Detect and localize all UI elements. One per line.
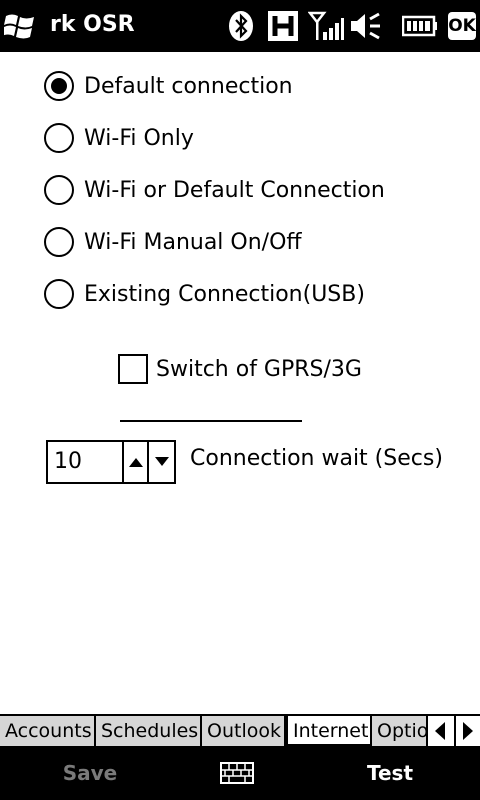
connection-settings-panel: Default connection Wi-Fi Only Wi-Fi or D… [0,52,480,714]
ok-button[interactable]: OK [448,12,476,40]
hsdpa-h-icon[interactable] [266,10,300,42]
arrow-left-icon [435,722,445,740]
signal-strength-icon[interactable] [308,10,344,42]
title-bar: rk OSR OK [0,0,480,52]
arrow-down-icon [154,457,169,466]
radio-label: Wi-Fi or Default Connection [84,177,385,203]
app-title: rk OSR [50,12,135,37]
connection-wait-input[interactable]: 10 [48,442,124,482]
windows-start-icon[interactable] [4,10,38,42]
radio-button-selected[interactable] [44,71,74,101]
increment-button[interactable] [124,442,149,482]
tab-scroll-right-button[interactable] [454,716,480,746]
decrement-button[interactable] [149,442,174,482]
connection-wait-label: Connection wait (Secs) [190,446,443,471]
switch-off-gprs-option[interactable]: Switch of GPRS/3G [118,352,362,386]
volume-icon[interactable] [348,10,382,42]
tab-outlook[interactable]: Outlook [202,716,286,746]
radio-label: Default connection [84,73,293,99]
divider [120,420,302,422]
arrow-right-icon [463,722,473,740]
connection-wait-stepper[interactable]: 10 [46,440,176,484]
radio-option-existing-usb[interactable]: Existing Connection(USB) [44,276,365,312]
tab-strip: Accounts Schedules Outlook Internet Opti… [0,714,480,746]
arrow-up-icon [128,458,143,467]
radio-label: Wi-Fi Only [84,125,194,151]
test-softkey[interactable]: Test [340,746,440,800]
radio-option-wifi-or-default[interactable]: Wi-Fi or Default Connection [44,172,385,208]
battery-icon[interactable] [402,10,438,42]
tab-schedules[interactable]: Schedules [96,716,202,746]
tab-scroll-left-button[interactable] [426,716,452,746]
softkey-bar: Save Test [0,746,480,800]
radio-option-wifi-only[interactable]: Wi-Fi Only [44,120,194,156]
radio-button[interactable] [44,175,74,205]
radio-button[interactable] [44,227,74,257]
bluetooth-icon[interactable] [228,10,254,42]
radio-label: Existing Connection(USB) [84,281,365,307]
tab-options[interactable]: Optio [372,716,432,746]
tab-internet[interactable]: Internet [286,716,372,746]
radio-button[interactable] [44,279,74,309]
radio-label: Wi-Fi Manual On/Off [84,229,302,255]
radio-option-default-connection[interactable]: Default connection [44,68,293,104]
radio-button[interactable] [44,123,74,153]
switch-off-gprs-label: Switch of GPRS/3G [156,356,362,382]
switch-off-gprs-checkbox[interactable] [118,354,148,384]
tab-accounts[interactable]: Accounts [0,716,96,746]
radio-option-wifi-manual[interactable]: Wi-Fi Manual On/Off [44,224,302,260]
keyboard-icon[interactable] [220,762,254,784]
save-softkey[interactable]: Save [40,746,140,800]
